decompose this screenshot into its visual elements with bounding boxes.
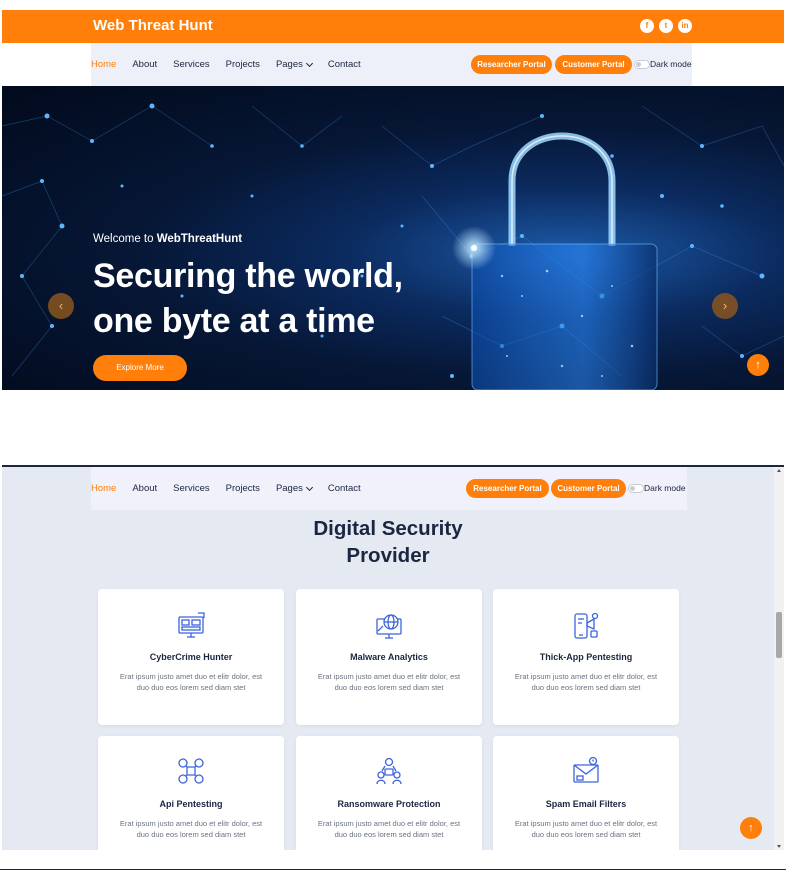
- service-card-desc: Erat ipsum justo amet duo et elitr dolor…: [317, 672, 461, 692]
- nav-pages[interactable]: Pages: [275, 59, 313, 70]
- chevron-down-icon: [305, 59, 313, 67]
- nav-home[interactable]: Home: [91, 483, 116, 494]
- hero-headline-line1: Securing the world,: [93, 257, 403, 295]
- nav-about[interactable]: About: [132, 483, 157, 494]
- nav-projects[interactable]: Projects: [226, 483, 260, 494]
- researcher-portal-button[interactable]: Researcher Portal: [471, 55, 552, 74]
- globe-monitor-icon: [376, 614, 402, 639]
- service-card-desc: Erat ipsum justo amet duo et elitr dolor…: [119, 672, 263, 692]
- services-title-line1: Digital Security: [313, 517, 463, 540]
- service-card-ransomware[interactable]: Ransomware Protection Erat ipsum justo a…: [296, 736, 482, 850]
- back-to-top-icon[interactable]: ↑: [740, 817, 762, 839]
- chevron-down-icon: [305, 483, 313, 491]
- nav-services[interactable]: Services: [173, 59, 209, 70]
- service-card-desc: Erat ipsum justo amet duo et elitr dolor…: [119, 819, 263, 839]
- nav-contact[interactable]: Contact: [328, 483, 361, 494]
- bottom-divider: [0, 869, 786, 870]
- linkedin-icon[interactable]: in: [678, 19, 692, 33]
- scroll-down-icon[interactable]: [777, 845, 781, 848]
- dark-mode-toggle[interactable]: [628, 484, 644, 493]
- hero-headline-line2: one byte at a time: [93, 302, 375, 340]
- hero-carousel: Welcome to WebThreatHunt Securing the wo…: [2, 86, 784, 390]
- carousel-prev-icon[interactable]: ‹: [48, 293, 74, 319]
- service-card-api[interactable]: Api Pentesting Erat ipsum justo amet duo…: [98, 736, 284, 850]
- hero-welcome-text: Welcome to WebThreatHunt: [93, 233, 242, 245]
- dark-mode-label: Dark mode: [650, 59, 692, 69]
- service-card-desc: Erat ipsum justo amet duo et elitr dolor…: [317, 819, 461, 839]
- nav-pages-label: Pages: [275, 483, 303, 494]
- service-card-spam[interactable]: Spam Email Filters Erat ipsum justo amet…: [493, 736, 679, 850]
- service-card-thick-app[interactable]: Thick-App Pentesting Erat ipsum justo am…: [493, 589, 679, 725]
- api-network-icon: [178, 758, 204, 784]
- service-card-cybercrime[interactable]: CyberCrime Hunter Erat ipsum justo amet …: [98, 589, 284, 725]
- back-to-top-icon[interactable]: ↑: [747, 354, 769, 376]
- explore-more-button[interactable]: Explore More: [93, 355, 187, 381]
- service-card-title: CyberCrime Hunter: [149, 652, 233, 662]
- cyber-monitor-icon: [178, 612, 205, 638]
- researcher-portal-button[interactable]: Researcher Portal: [466, 479, 549, 498]
- service-card-desc: Erat ipsum justo amet duo et elitr dolor…: [514, 672, 658, 692]
- service-card-title: Spam Email Filters: [545, 799, 627, 809]
- carousel-next-icon[interactable]: ›: [712, 293, 738, 319]
- service-card-title: Api Pentesting: [159, 799, 223, 809]
- service-card-title: Malware Analytics: [350, 652, 428, 662]
- scrollbar-thumb[interactable]: [776, 612, 782, 658]
- brand-logo[interactable]: Web Threat Hunt: [93, 17, 213, 34]
- dark-mode-label: Dark mode: [644, 483, 686, 493]
- dark-mode-toggle[interactable]: [634, 60, 650, 69]
- hero-welcome-brand: WebThreatHunt: [156, 233, 243, 245]
- services-title: Digital Security Provider: [2, 515, 774, 569]
- service-card-desc: Erat ipsum justo amet duo et elitr dolor…: [514, 819, 658, 839]
- people-network-icon: [376, 757, 402, 785]
- services-section: Digital Security Provider CyberCrime Hun…: [2, 467, 774, 850]
- top-bar: Web Threat Hunt f t in: [2, 10, 784, 43]
- email-filter-icon: [573, 756, 599, 783]
- nav-pages-label: Pages: [275, 59, 303, 70]
- mobile-megaphone-icon: [574, 612, 599, 639]
- service-card-title: Ransomware Protection: [337, 799, 441, 809]
- customer-portal-button[interactable]: Customer Portal: [555, 55, 632, 74]
- nav-contact[interactable]: Contact: [328, 59, 361, 70]
- scroll-up-icon[interactable]: [777, 469, 781, 472]
- service-card-malware[interactable]: Malware Analytics Erat ipsum justo amet …: [296, 589, 482, 725]
- nav-home[interactable]: Home: [91, 59, 116, 70]
- scrollbar[interactable]: [774, 467, 784, 850]
- sticky-nav: Home About Services Projects Pages Conta…: [91, 467, 687, 510]
- twitter-icon[interactable]: t: [659, 19, 673, 33]
- services-title-line2: Provider: [346, 544, 430, 567]
- nav-pages[interactable]: Pages: [275, 483, 313, 494]
- facebook-icon[interactable]: f: [640, 19, 654, 33]
- nav-about[interactable]: About: [132, 59, 157, 70]
- nav-projects[interactable]: Projects: [226, 59, 260, 70]
- main-nav: Home About Services Projects Pages Conta…: [91, 43, 692, 86]
- hero-welcome-prefix: Welcome to: [93, 233, 157, 245]
- nav-services[interactable]: Services: [173, 483, 209, 494]
- service-card-title: Thick-App Pentesting: [539, 652, 633, 662]
- customer-portal-button[interactable]: Customer Portal: [551, 479, 626, 498]
